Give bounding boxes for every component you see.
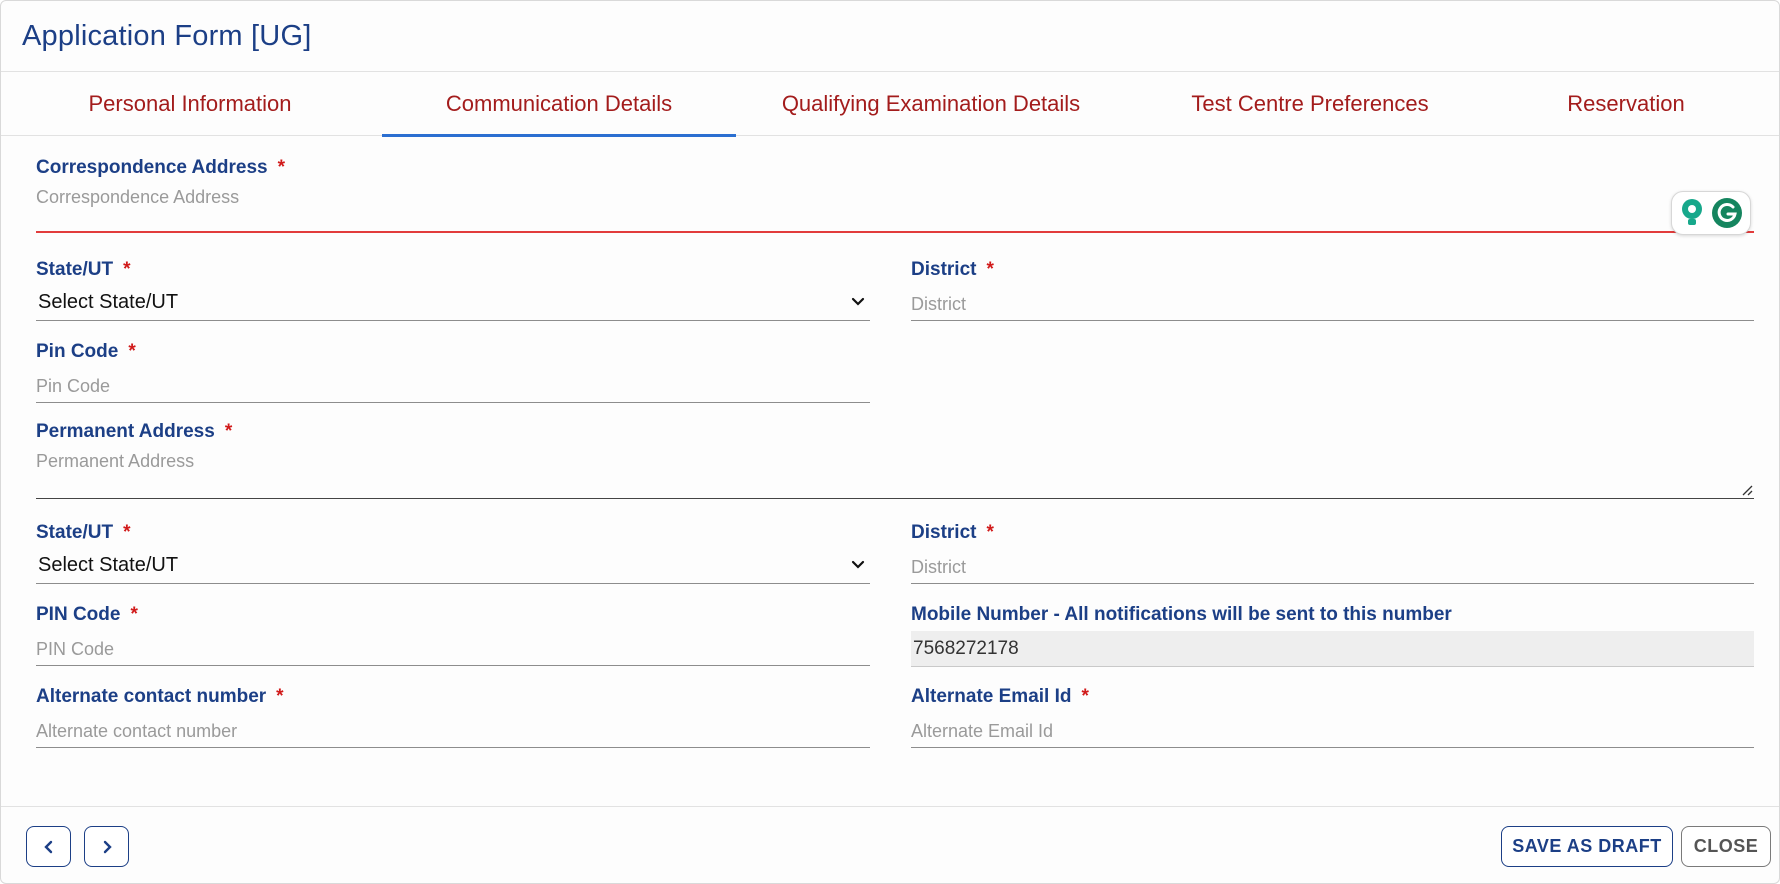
- tab-label: Qualifying Examination Details: [781, 91, 1081, 116]
- tab-communication-details[interactable]: Communication Details: [382, 72, 736, 137]
- dialog-footer: SAVE AS DRAFT CLOSE: [1, 806, 1779, 884]
- perm-pin-label: PIN Code *: [36, 604, 138, 625]
- perm-district-input[interactable]: [911, 552, 1754, 584]
- lightbulb-icon: [1682, 199, 1702, 225]
- alt-contact-label: Alternate contact number *: [36, 686, 284, 707]
- perm-district-label: District *: [911, 522, 994, 543]
- tab-label: Communication Details: [445, 91, 673, 116]
- chevron-left-icon: [43, 840, 52, 853]
- correspondence-address-input[interactable]: [36, 187, 1754, 233]
- permanent-address-input[interactable]: [36, 451, 1754, 499]
- mobile-number-label: Mobile Number - All notifications will b…: [911, 604, 1452, 625]
- correspondence-address-label: Correspondence Address *: [36, 157, 285, 178]
- corr-state-label: State/UT *: [36, 259, 131, 280]
- alt-contact-field: Alternate contact number *: [36, 686, 870, 748]
- save-as-draft-button[interactable]: SAVE AS DRAFT: [1501, 826, 1673, 867]
- corr-state-field: State/UT * Select State/UT: [36, 259, 870, 321]
- grammarly-widget[interactable]: [1671, 191, 1751, 235]
- application-form-dialog: Application Form [UG] Personal Informati…: [0, 0, 1780, 884]
- grammarly-icon: [1712, 198, 1742, 228]
- tab-label: Test Centre Preferences: [1191, 91, 1429, 116]
- chevron-right-icon: [103, 840, 112, 853]
- correspondence-address-wrap: [36, 187, 1754, 233]
- resize-handle-icon[interactable]: [1741, 484, 1753, 496]
- corr-state-selected: Select State/UT: [38, 291, 179, 313]
- tab-label: Reservation: [1567, 91, 1685, 116]
- perm-state-selected: Select State/UT: [38, 554, 179, 576]
- tab-bar: Personal Information Communication Detai…: [1, 72, 1779, 137]
- corr-pin-input[interactable]: [36, 371, 870, 403]
- perm-state-label: State/UT *: [36, 522, 131, 543]
- corr-district-field: District *: [911, 259, 1754, 321]
- corr-pin-label: Pin Code *: [36, 341, 136, 362]
- close-button[interactable]: CLOSE: [1681, 826, 1771, 867]
- chevron-down-icon: [851, 560, 865, 569]
- perm-state-field: State/UT * Select State/UT: [36, 522, 870, 584]
- communication-details-form: Correspondence Address* State/UT*: [1, 137, 1779, 805]
- next-button[interactable]: [84, 826, 129, 867]
- alt-email-label: Alternate Email Id *: [911, 686, 1089, 707]
- mobile-number-value: 7568272178: [911, 631, 1754, 667]
- alt-contact-input[interactable]: [36, 716, 870, 748]
- alt-email-input[interactable]: [911, 716, 1754, 748]
- perm-state-select[interactable]: Select State/UT: [36, 548, 870, 584]
- permanent-address-field: Permanent Address *: [36, 421, 1754, 499]
- permanent-address-label: Permanent Address *: [36, 421, 233, 442]
- perm-pin-input[interactable]: [36, 634, 870, 666]
- tab-label: Personal Information: [88, 91, 292, 116]
- corr-district-label: District *: [911, 259, 994, 280]
- corr-district-input[interactable]: [911, 289, 1754, 321]
- previous-button[interactable]: [26, 826, 71, 867]
- chevron-down-icon: [851, 297, 865, 306]
- permanent-address-wrap: [36, 451, 1754, 499]
- tab-personal-information[interactable]: Personal Information: [1, 72, 379, 136]
- mobile-number-field: Mobile Number - All notifications will b…: [911, 604, 1754, 667]
- perm-district-field: District *: [911, 522, 1754, 584]
- tab-test-centre-preferences[interactable]: Test Centre Preferences: [1131, 72, 1489, 136]
- correspondence-address-field: Correspondence Address *: [36, 157, 1754, 233]
- alt-email-field: Alternate Email Id *: [911, 686, 1754, 748]
- perm-pin-field: PIN Code *: [36, 604, 870, 666]
- page-title: Application Form [UG]: [22, 19, 312, 52]
- dialog-header: Application Form [UG]: [1, 1, 1779, 72]
- corr-state-select[interactable]: Select State/UT: [36, 285, 870, 321]
- tab-reservation[interactable]: Reservation: [1501, 72, 1751, 136]
- corr-pin-field: Pin Code *: [36, 341, 870, 403]
- tab-qualifying-examination-details[interactable]: Qualifying Examination Details: [741, 72, 1121, 136]
